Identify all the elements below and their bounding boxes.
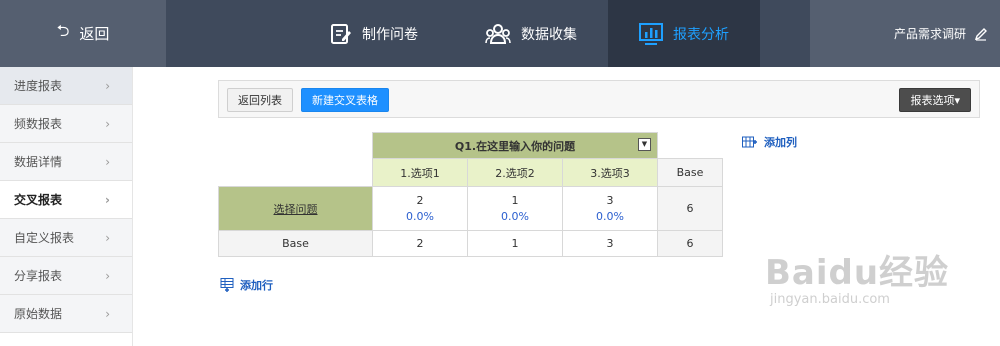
report-toolbar: 返回列表 新建交叉表格 报表选项▾ [218,80,980,118]
sidebar: 进度报表 › 频数报表 › 数据详情 › 交叉报表 › 自定义报表 › 分享报表… [0,67,133,346]
back-button[interactable]: ⮌ 返回 [0,0,166,67]
sidebar-item-label: 频数报表 [14,117,63,131]
sidebar-item-raw-data[interactable]: 原始数据 › [0,295,132,333]
base-value: 1 [467,230,563,257]
sidebar-item-label: 交叉报表 [14,193,63,207]
base-header: Base [657,158,723,187]
edit-survey-icon [330,23,352,45]
table-cell: 3 0.0% [562,186,658,231]
add-column-label: 添加列 [764,136,797,149]
empty-corner [219,159,373,187]
empty-corner [658,133,723,159]
chevron-right-icon: › [105,116,110,131]
chevron-right-icon: › [105,192,110,207]
new-cross-table-button[interactable]: 新建交叉表格 [301,88,389,112]
dropdown-arrow-icon[interactable]: ▼ [638,138,651,151]
chevron-right-icon: › [105,230,110,245]
sidebar-item-frequency-report[interactable]: 频数报表 › [0,105,132,143]
base-value: 2 [372,230,468,257]
chevron-right-icon: › [105,154,110,169]
caret-down-icon: ▾ [954,94,960,107]
select-question-link[interactable]: 选择问题 [274,203,318,216]
sidebar-item-custom-report[interactable]: 自定义报表 › [0,219,132,257]
sidebar-item-data-details[interactable]: 数据详情 › [0,143,132,181]
table-cell: 1 0.0% [467,186,563,231]
chevron-right-icon: › [105,268,110,283]
option-header: 1.选项1 [372,158,468,187]
count-value: 3 [606,193,614,207]
sidebar-item-share-report[interactable]: 分享报表 › [0,257,132,295]
cross-table: Q1.在这里输入你的问题 ▼ 1.选项1 2.选项2 3.选项3 Base 选择… [218,132,723,257]
back-to-list-button[interactable]: 返回列表 [227,88,293,112]
percent-value: 0.0% [596,209,624,223]
option-header: 3.选项3 [562,158,658,187]
count-value: 2 [416,193,424,207]
percent-value: 0.0% [501,209,529,223]
base-value: 6 [657,230,723,257]
back-label: 返回 [79,25,110,43]
top-bar: ⮌ 返回 制作问卷 数据收集 报表分析 产品需求调研 [0,0,1000,67]
add-row-icon [220,278,234,292]
nav-report-analysis[interactable]: 报表分析 [608,0,760,67]
question-title: Q1.在这里输入你的问题 [454,139,576,153]
nav-label: 制作问卷 [362,26,418,43]
sidebar-item-label: 原始数据 [14,307,63,321]
add-column-button[interactable]: 添加列 [742,134,797,150]
users-icon [485,23,511,45]
nav-make-survey[interactable]: 制作问卷 [330,0,418,67]
chevron-right-icon: › [105,306,110,321]
chevron-right-icon: › [105,78,110,93]
back-arrow-icon: ⮌ [56,21,70,40]
sidebar-item-label: 进度报表 [14,79,63,93]
watermark-main: Baidu经验 [765,253,950,293]
count-value: 1 [511,193,519,207]
row-question-label: 选择问题 [218,186,373,231]
base-value: 3 [562,230,658,257]
add-row-label: 添加行 [240,279,273,292]
sidebar-item-label: 自定义报表 [14,231,75,245]
project-title: 产品需求调研 [893,27,966,41]
report-options-button[interactable]: 报表选项▾ [899,88,971,112]
nav-data-collection[interactable]: 数据收集 [485,0,577,67]
sidebar-item-label: 分享报表 [14,269,63,283]
table-cell: 2 0.0% [372,186,468,231]
bar-chart-icon [639,22,663,45]
nav-label: 数据收集 [521,26,577,43]
percent-value: 0.0% [406,209,434,223]
option-header: 2.选项2 [467,158,563,187]
empty-corner [219,133,373,159]
add-column-icon [742,136,758,148]
sidebar-item-label: 数据详情 [14,155,63,169]
nav-label: 报表分析 [673,26,729,43]
watermark-sub: jingyan.baidu.com [770,292,890,307]
report-options-label: 报表选项 [910,94,955,107]
sidebar-item-progress-report[interactable]: 进度报表 › [0,67,132,105]
sidebar-item-cross-report[interactable]: 交叉报表 › [0,181,132,219]
project-title-area: 产品需求调研 [810,0,1000,67]
base-row-label: Base [218,230,373,257]
edit-title-icon[interactable] [974,27,988,41]
column-question-header: Q1.在这里输入你的问题 ▼ [372,132,658,159]
add-row-button[interactable]: 添加行 [220,277,273,293]
row-base-value: 6 [657,186,723,231]
baidu-watermark: Baidu经验 jingyan.baidu.com [765,245,949,307]
